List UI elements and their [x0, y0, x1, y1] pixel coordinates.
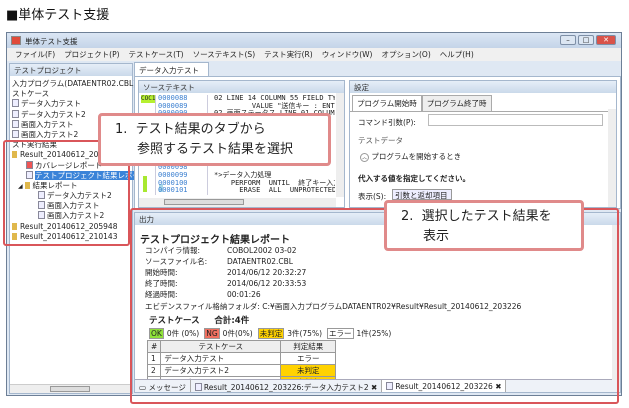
vertical-scrollbar[interactable] [608, 109, 616, 207]
file-icon [12, 99, 19, 108]
menu-bar: ファイル(F) プロジェクト(P) テストケース(T) ソーステキスト(S) テ… [7, 48, 621, 61]
instruction-text: 代入する値を指定してください。 [358, 174, 471, 183]
title-bar: 単体テスト支援 – □ ✕ [7, 33, 621, 48]
menu-window[interactable]: ウィンドウ(W) [322, 49, 373, 60]
tree-label: 画面入力テスト2 [21, 129, 79, 139]
test-data-group-label: テストデータ [358, 136, 403, 145]
tree-label: データ入力テスト2 [21, 109, 86, 119]
coverage-marker: COC1 [141, 95, 156, 103]
file-icon [12, 129, 19, 138]
callout-text: 選択したテスト結果を [421, 209, 552, 224]
minimize-button[interactable]: – [560, 35, 576, 45]
expander-label: プログラムを開始するとき [371, 152, 462, 161]
tree-item[interactable]: ストケース [12, 89, 132, 99]
tree-label: 画面入力テスト [21, 119, 74, 129]
expander-program-start[interactable]: ︿ プログラムを開始するとき [360, 151, 461, 162]
page-title: ■単体テスト支援 [6, 8, 110, 23]
callout-text: 表示 [423, 229, 450, 244]
scroll-thumb[interactable] [164, 199, 244, 205]
callout-text: 参照するテスト結果を選択 [137, 142, 294, 157]
display-label: 表示(S): [358, 192, 387, 201]
panel-header: 設定 [350, 81, 616, 93]
menu-testcase[interactable]: テストケース(T) [129, 49, 184, 60]
file-icon [12, 109, 19, 118]
file-icon [12, 119, 19, 128]
tree-item[interactable]: データ入力テスト [12, 99, 132, 109]
callout-number: 1. [115, 122, 128, 137]
tree-label: データ入力テスト [21, 99, 81, 109]
tree-item[interactable]: 入力プログラム(DATAENTR02.CBL) [12, 79, 136, 89]
code-line: ERASE ALL UNPROTECTED FIE [239, 186, 335, 195]
menu-source[interactable]: ソーステキスト(S) [193, 49, 256, 60]
panel-header: ソーステキスト [139, 81, 344, 93]
horizontal-scrollbar[interactable] [10, 384, 132, 393]
close-button[interactable]: ✕ [596, 35, 616, 45]
tab-data-input-test[interactable]: データ入力テスト ✖ [134, 62, 209, 85]
menu-file[interactable]: ファイル(F) [15, 49, 55, 60]
horizontal-scrollbar[interactable] [139, 198, 336, 207]
settings-panel: 設定 プログラム開始時 プログラム終了時 コマンド引数(P): テストデータ ︿… [349, 80, 617, 210]
command-args-input[interactable] [428, 114, 603, 126]
scroll-thumb[interactable] [50, 386, 90, 392]
menu-project[interactable]: プロジェクト(P) [64, 49, 119, 60]
select-value: 引数と返却項目 [395, 191, 448, 200]
line-number: 0000101 [158, 186, 188, 195]
tab-label: データ入力テスト [139, 66, 199, 75]
tab-program-end[interactable]: プログラム終了時 [421, 95, 492, 111]
command-args-label: コマンド引数(P): [358, 118, 416, 127]
vertical-scrollbar[interactable] [336, 93, 344, 197]
maximize-button[interactable]: □ [578, 35, 594, 45]
menu-run[interactable]: テスト実行(R) [264, 49, 313, 60]
callout-2: 2. 選択したテスト結果を 表示 [384, 200, 584, 251]
callout-1: 1. テスト結果のタブから 参照するテスト結果を選択 [98, 113, 331, 166]
window-title: 単体テスト支援 [25, 37, 78, 46]
callout-number: 2. [401, 209, 414, 224]
coverage-bar [143, 176, 147, 192]
tab-program-start[interactable]: プログラム開始時 [352, 95, 422, 111]
collapse-icon: ︿ [360, 153, 369, 162]
panel-header: テストプロジェクト [10, 64, 132, 76]
callout-text: テスト結果のタブから [135, 122, 266, 137]
menu-options[interactable]: オプション(O) [381, 49, 430, 60]
display-select[interactable]: 引数と返却項目 ▾ [392, 189, 452, 210]
app-icon [11, 36, 21, 45]
menu-help[interactable]: ヘルプ(H) [440, 49, 474, 60]
